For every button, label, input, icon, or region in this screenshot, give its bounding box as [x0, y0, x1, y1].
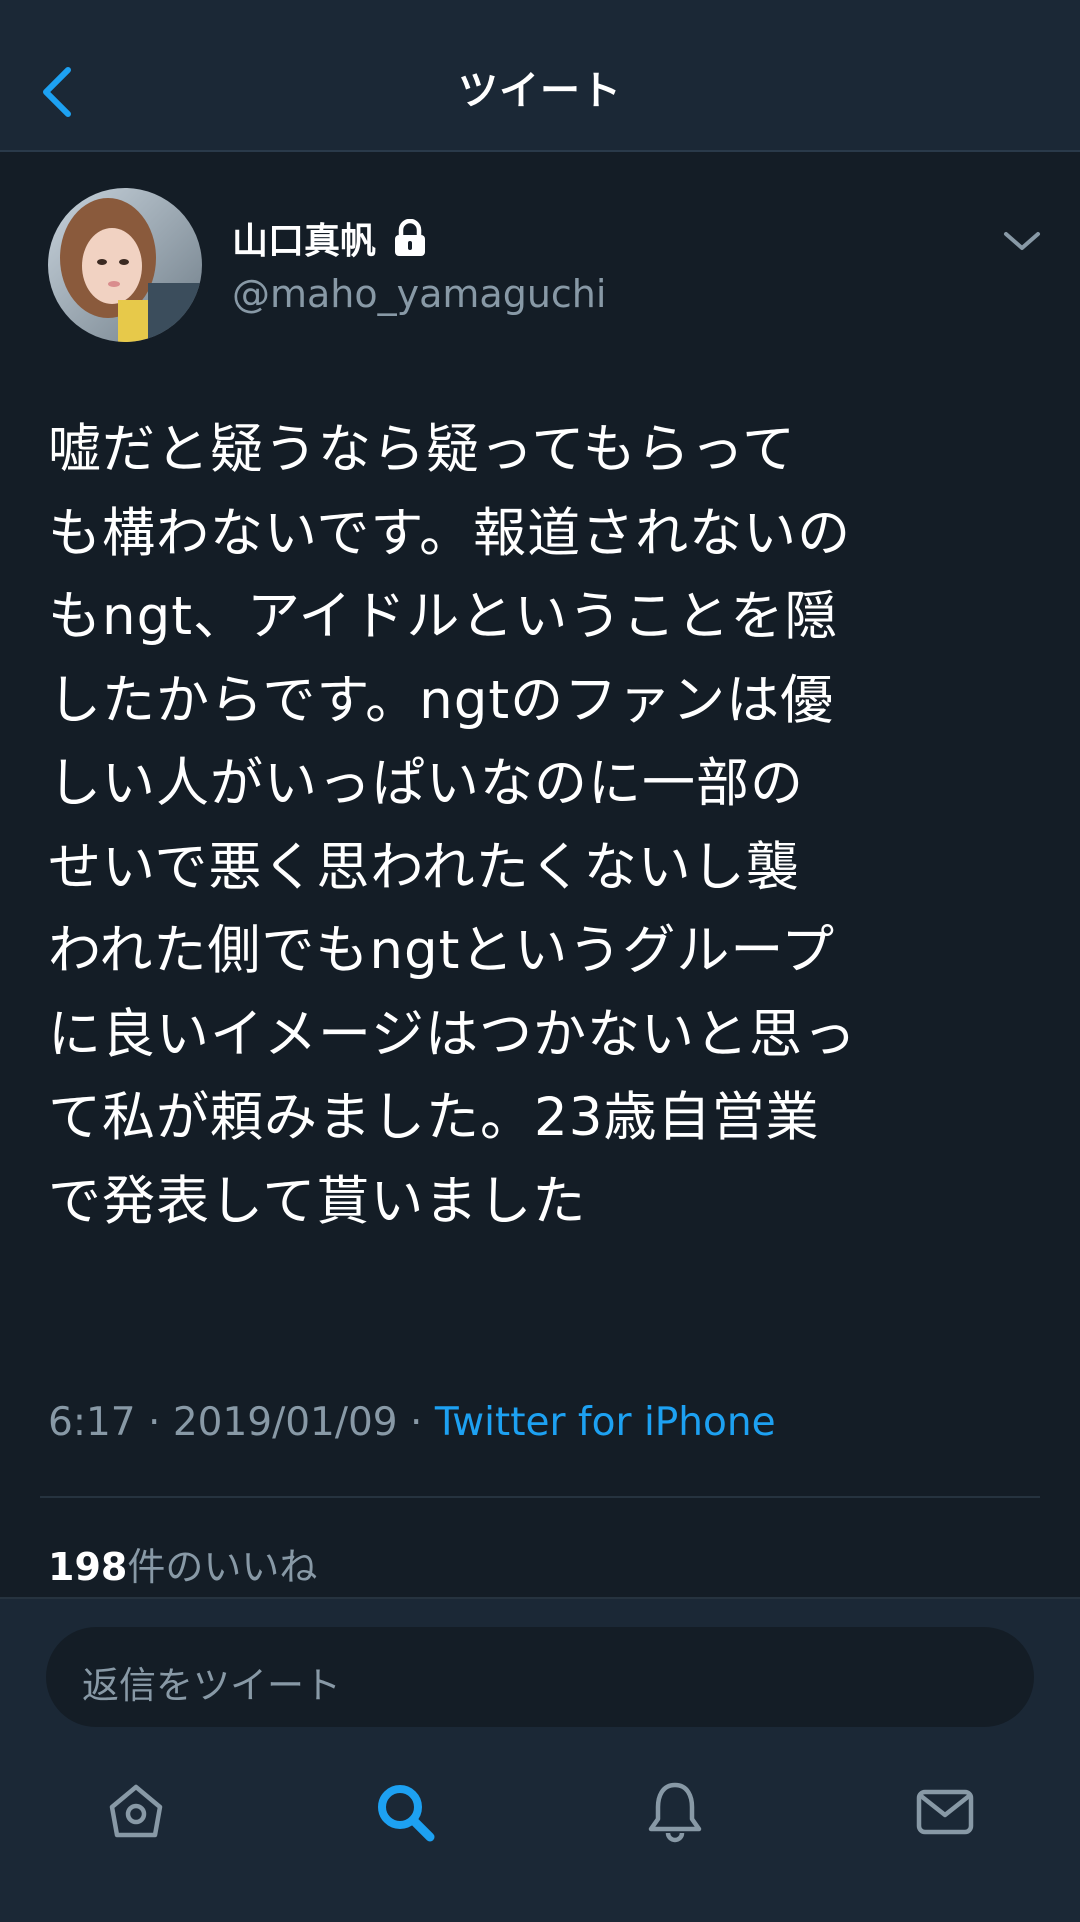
- messages-icon[interactable]: [912, 1779, 978, 1845]
- reply-placeholder: 返信をツイート: [82, 1664, 341, 1707]
- likes-number: 198: [48, 1545, 128, 1589]
- author-name[interactable]: 山口真帆: [232, 212, 376, 264]
- bottom-bar: 返信をツイート: [0, 1597, 1080, 1922]
- meta-separator: ·: [410, 1400, 423, 1445]
- page-title: ツイート: [458, 68, 622, 114]
- tweet-time: 6:17: [48, 1400, 136, 1445]
- notifications-icon[interactable]: [642, 1779, 708, 1845]
- header-divider: [0, 150, 1080, 152]
- avatar[interactable]: [48, 188, 202, 342]
- tweet-date: 2019/01/09: [172, 1400, 398, 1445]
- reply-input[interactable]: 返信をツイート: [46, 1627, 1034, 1727]
- chevron-down-icon[interactable]: [1000, 228, 1044, 256]
- author-name-row: 山口真帆: [232, 212, 428, 264]
- search-icon[interactable]: [372, 1779, 438, 1845]
- likes-count-row[interactable]: 198件のいいね: [48, 1536, 317, 1591]
- top-navigation-bar: ツイート: [0, 0, 1080, 152]
- tweet-metadata: 6:17 · 2019/01/09 · Twitter for iPhone: [48, 1400, 776, 1445]
- lock-icon: [395, 219, 426, 256]
- tweet-source-link[interactable]: Twitter for iPhone: [435, 1400, 776, 1445]
- tweet-text: 嘘だと疑うなら疑ってもらって も構わないです。報道されないの もngt、アイドル…: [48, 419, 857, 1232]
- meta-separator: ·: [148, 1400, 161, 1445]
- likes-label: 件のいいね: [127, 1545, 318, 1589]
- avatar-image: [48, 188, 202, 342]
- divider: [40, 1496, 1040, 1498]
- author-handle[interactable]: @maho_yamaguchi: [232, 272, 606, 316]
- home-icon[interactable]: [103, 1779, 169, 1845]
